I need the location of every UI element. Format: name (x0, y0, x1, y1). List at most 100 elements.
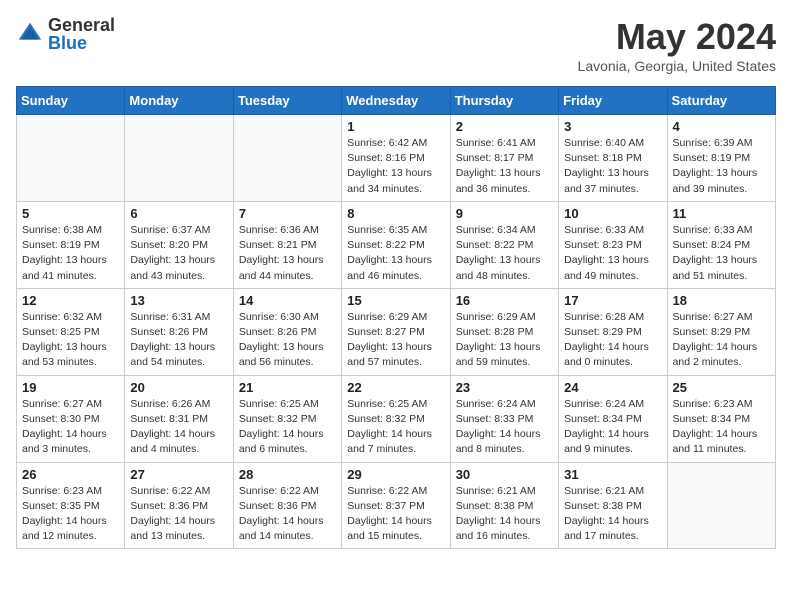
day-number: 25 (673, 380, 770, 395)
calendar-table: SundayMondayTuesdayWednesdayThursdayFrid… (16, 86, 776, 549)
calendar-cell: 22 Sunrise: 6:25 AMSunset: 8:32 PMDayligh… (342, 375, 450, 462)
day-number: 23 (456, 380, 553, 395)
day-number: 14 (239, 293, 336, 308)
day-number: 16 (456, 293, 553, 308)
calendar-cell: 20Sunrise: 6:26 AMSunset: 8:31 PMDayligh… (125, 375, 233, 462)
day-info: Sunrise: 6:25 AMSunset: 8:32 PMDaylight:… (347, 397, 444, 458)
days-header-row: SundayMondayTuesdayWednesdayThursdayFrid… (17, 87, 776, 115)
calendar-cell: 9 Sunrise: 6:34 AMSunset: 8:22 PMDaylight… (450, 201, 558, 288)
calendar-cell: 5 Sunrise: 6:38 AMSunset: 8:19 PMDaylight… (17, 201, 125, 288)
calendar-cell (667, 462, 775, 549)
logo-text: General Blue (48, 16, 115, 52)
calendar-cell (17, 115, 125, 202)
day-info: Sunrise: 6:36 AMSunset: 8:21 PMDaylight:… (239, 223, 336, 284)
calendar-cell: 17 Sunrise: 6:28 AMSunset: 8:29 PMDayligh… (559, 288, 667, 375)
day-info: Sunrise: 6:22 AMSunset: 8:36 PMDaylight:… (239, 484, 336, 545)
day-number: 31 (564, 467, 661, 482)
day-info: Sunrise: 6:28 AMSunset: 8:29 PMDaylight:… (564, 310, 661, 371)
calendar-cell: 16 Sunrise: 6:29 AMSunset: 8:28 PMDayligh… (450, 288, 558, 375)
header-thursday: Thursday (450, 87, 558, 115)
day-info: Sunrise: 6:40 AMSunset: 8:18 PMDaylight:… (564, 136, 661, 197)
day-number: 26 (22, 467, 119, 482)
day-info: Sunrise: 6:42 AMSunset: 8:16 PMDaylight:… (347, 136, 444, 197)
calendar-cell: 14 Sunrise: 6:30 AMSunset: 8:26 PMDayligh… (233, 288, 341, 375)
day-info: Sunrise: 6:21 AMSunset: 8:38 PMDaylight:… (564, 484, 661, 545)
day-info: Sunrise: 6:30 AMSunset: 8:26 PMDaylight:… (239, 310, 336, 371)
calendar-cell: 10 Sunrise: 6:33 AMSunset: 8:23 PMDayligh… (559, 201, 667, 288)
calendar-cell: 28Sunrise: 6:22 AMSunset: 8:36 PMDayligh… (233, 462, 341, 549)
day-info: Sunrise: 6:39 AMSunset: 8:19 PMDaylight:… (673, 136, 770, 197)
day-number: 9 (456, 206, 553, 221)
day-number: 20 (130, 380, 227, 395)
week-row-1: 1 Sunrise: 6:42 AMSunset: 8:16 PMDaylight… (17, 115, 776, 202)
day-number: 17 (564, 293, 661, 308)
day-info: Sunrise: 6:31 AMSunset: 8:26 PMDaylight:… (130, 310, 227, 371)
page-header: General Blue May 2024 Lavonia, Georgia, … (16, 16, 776, 74)
calendar-cell: 12Sunrise: 6:32 AMSunset: 8:25 PMDayligh… (17, 288, 125, 375)
header-tuesday: Tuesday (233, 87, 341, 115)
day-number: 5 (22, 206, 119, 221)
day-info: Sunrise: 6:33 AMSunset: 8:23 PMDaylight:… (564, 223, 661, 284)
day-number: 3 (564, 119, 661, 134)
day-number: 4 (673, 119, 770, 134)
location-text: Lavonia, Georgia, United States (578, 58, 776, 74)
calendar-cell: 30 Sunrise: 6:21 AMSunset: 8:38 PMDayligh… (450, 462, 558, 549)
calendar-cell: 24Sunrise: 6:24 AMSunset: 8:34 PMDayligh… (559, 375, 667, 462)
day-number: 19 (22, 380, 119, 395)
header-friday: Friday (559, 87, 667, 115)
day-number: 22 (347, 380, 444, 395)
day-number: 10 (564, 206, 661, 221)
calendar-cell: 31 Sunrise: 6:21 AMSunset: 8:38 PMDayligh… (559, 462, 667, 549)
day-info: Sunrise: 6:33 AMSunset: 8:24 PMDaylight:… (673, 223, 770, 284)
day-info: Sunrise: 6:32 AMSunset: 8:25 PMDaylight:… (22, 310, 119, 371)
calendar-cell (233, 115, 341, 202)
calendar-cell: 15 Sunrise: 6:29 AMSunset: 8:27 PMDayligh… (342, 288, 450, 375)
header-sunday: Sunday (17, 87, 125, 115)
calendar-cell: 13 Sunrise: 6:31 AMSunset: 8:26 PMDayligh… (125, 288, 233, 375)
day-info: Sunrise: 6:21 AMSunset: 8:38 PMDaylight:… (456, 484, 553, 545)
calendar-cell: 29Sunrise: 6:22 AMSunset: 8:37 PMDayligh… (342, 462, 450, 549)
calendar-cell: 7Sunrise: 6:36 AMSunset: 8:21 PMDaylight… (233, 201, 341, 288)
calendar-cell: 11 Sunrise: 6:33 AMSunset: 8:24 PMDayligh… (667, 201, 775, 288)
calendar-cell: 26Sunrise: 6:23 AMSunset: 8:35 PMDayligh… (17, 462, 125, 549)
day-info: Sunrise: 6:41 AMSunset: 8:17 PMDaylight:… (456, 136, 553, 197)
calendar-cell: 2 Sunrise: 6:41 AMSunset: 8:17 PMDaylight… (450, 115, 558, 202)
day-number: 21 (239, 380, 336, 395)
month-title: May 2024 (578, 16, 776, 58)
logo-icon (16, 20, 44, 48)
day-info: Sunrise: 6:29 AMSunset: 8:28 PMDaylight:… (456, 310, 553, 371)
day-info: Sunrise: 6:35 AMSunset: 8:22 PMDaylight:… (347, 223, 444, 284)
day-info: Sunrise: 6:29 AMSunset: 8:27 PMDaylight:… (347, 310, 444, 371)
calendar-cell: 1 Sunrise: 6:42 AMSunset: 8:16 PMDaylight… (342, 115, 450, 202)
day-info: Sunrise: 6:27 AMSunset: 8:29 PMDaylight:… (673, 310, 770, 371)
day-info: Sunrise: 6:34 AMSunset: 8:22 PMDaylight:… (456, 223, 553, 284)
day-info: Sunrise: 6:27 AMSunset: 8:30 PMDaylight:… (22, 397, 119, 458)
day-number: 1 (347, 119, 444, 134)
calendar-cell (125, 115, 233, 202)
day-number: 18 (673, 293, 770, 308)
day-number: 2 (456, 119, 553, 134)
calendar-cell: 4 Sunrise: 6:39 AMSunset: 8:19 PMDaylight… (667, 115, 775, 202)
day-info: Sunrise: 6:23 AMSunset: 8:34 PMDaylight:… (673, 397, 770, 458)
week-row-5: 26Sunrise: 6:23 AMSunset: 8:35 PMDayligh… (17, 462, 776, 549)
week-row-3: 12Sunrise: 6:32 AMSunset: 8:25 PMDayligh… (17, 288, 776, 375)
calendar-cell: 18 Sunrise: 6:27 AMSunset: 8:29 PMDayligh… (667, 288, 775, 375)
day-number: 13 (130, 293, 227, 308)
day-number: 6 (130, 206, 227, 221)
week-row-2: 5 Sunrise: 6:38 AMSunset: 8:19 PMDaylight… (17, 201, 776, 288)
calendar-cell: 27Sunrise: 6:22 AMSunset: 8:36 PMDayligh… (125, 462, 233, 549)
day-number: 29 (347, 467, 444, 482)
day-info: Sunrise: 6:38 AMSunset: 8:19 PMDaylight:… (22, 223, 119, 284)
day-info: Sunrise: 6:37 AMSunset: 8:20 PMDaylight:… (130, 223, 227, 284)
title-block: May 2024 Lavonia, Georgia, United States (578, 16, 776, 74)
calendar-cell: 8Sunrise: 6:35 AMSunset: 8:22 PMDaylight… (342, 201, 450, 288)
calendar-cell: 23Sunrise: 6:24 AMSunset: 8:33 PMDayligh… (450, 375, 558, 462)
day-number: 11 (673, 206, 770, 221)
calendar-cell: 6 Sunrise: 6:37 AMSunset: 8:20 PMDaylight… (125, 201, 233, 288)
logo: General Blue (16, 16, 115, 52)
day-info: Sunrise: 6:24 AMSunset: 8:34 PMDaylight:… (564, 397, 661, 458)
day-number: 30 (456, 467, 553, 482)
day-number: 15 (347, 293, 444, 308)
calendar-cell: 25 Sunrise: 6:23 AMSunset: 8:34 PMDayligh… (667, 375, 775, 462)
day-info: Sunrise: 6:22 AMSunset: 8:36 PMDaylight:… (130, 484, 227, 545)
